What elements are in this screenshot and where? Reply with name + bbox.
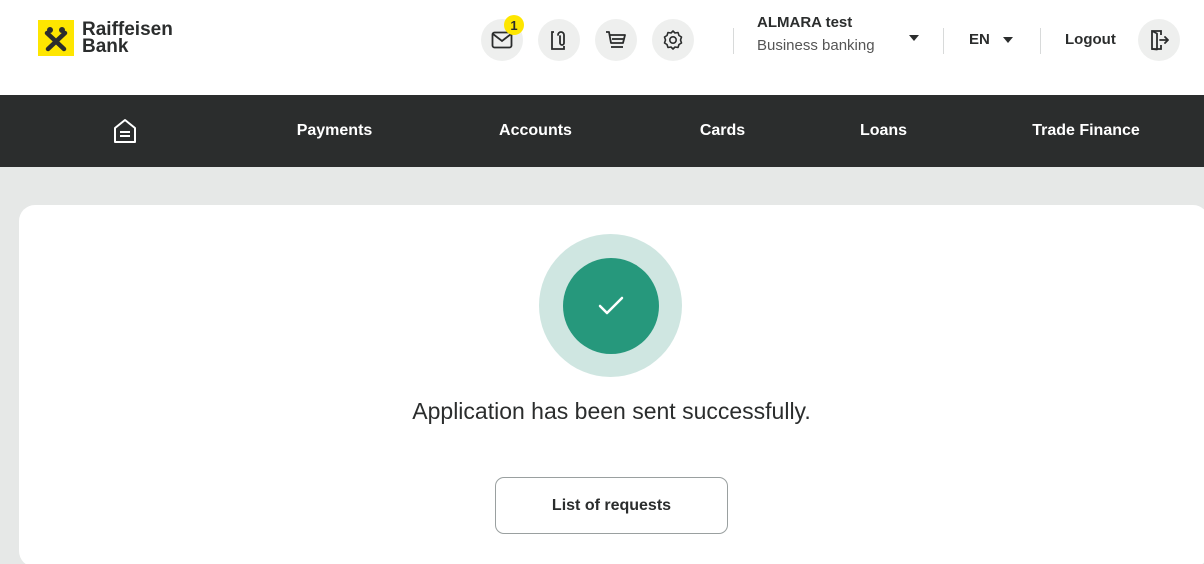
language-selector[interactable]: EN (969, 31, 990, 48)
success-indicator (539, 234, 682, 377)
logo-line2: Bank (82, 36, 129, 57)
settings-icon (663, 30, 683, 50)
main-navigation: Payments Accounts Cards Loans Trade Fina… (0, 95, 1204, 167)
language-chevron-down-icon[interactable] (1003, 37, 1013, 43)
documents-button[interactable] (538, 19, 580, 61)
logout-label: Logout (1065, 31, 1116, 48)
nav-item-payments[interactable]: Payments (272, 95, 397, 167)
confirmation-card: Application has been sent successfully. … (19, 205, 1204, 564)
header-divider (943, 28, 944, 54)
logout-icon-button[interactable] (1138, 19, 1180, 61)
nav-item-accounts[interactable]: Accounts (473, 95, 598, 167)
raiffeisen-logo-icon (38, 20, 74, 56)
top-header: Raiffeisen Bank 1 ALMARA test Business b… (0, 0, 1204, 95)
nav-home[interactable] (100, 95, 150, 167)
language-label: EN (969, 31, 990, 48)
notification-badge: 1 (504, 15, 524, 35)
account-name: ALMARA test (757, 14, 853, 31)
messages-button[interactable]: 1 (481, 15, 524, 61)
logout-icon (1151, 30, 1169, 51)
documents-icon (551, 31, 565, 50)
home-icon (114, 119, 136, 143)
raiffeisen-logo[interactable]: Raiffeisen Bank (38, 20, 173, 56)
account-chevron-down-icon[interactable] (909, 35, 919, 41)
logo-text: Raiffeisen Bank (82, 20, 173, 57)
header-divider (1040, 28, 1041, 54)
checkmark-icon (598, 296, 623, 314)
account-type: Business banking (757, 37, 875, 54)
settings-button[interactable] (652, 19, 694, 61)
nav-item-cards[interactable]: Cards (660, 95, 785, 167)
header-divider (733, 28, 734, 54)
list-of-requests-button[interactable]: List of requests (495, 477, 728, 534)
success-message: Application has been sent successfully. (412, 398, 811, 424)
nav-item-loans[interactable]: Loans (821, 95, 946, 167)
success-circle (562, 257, 659, 354)
cart-icon (606, 31, 626, 48)
cart-button[interactable] (595, 19, 637, 61)
logout-button[interactable]: Logout (1065, 31, 1116, 48)
account-selector[interactable]: ALMARA test Business banking (757, 14, 875, 54)
nav-item-trade-finance[interactable]: Trade Finance (1010, 95, 1162, 167)
